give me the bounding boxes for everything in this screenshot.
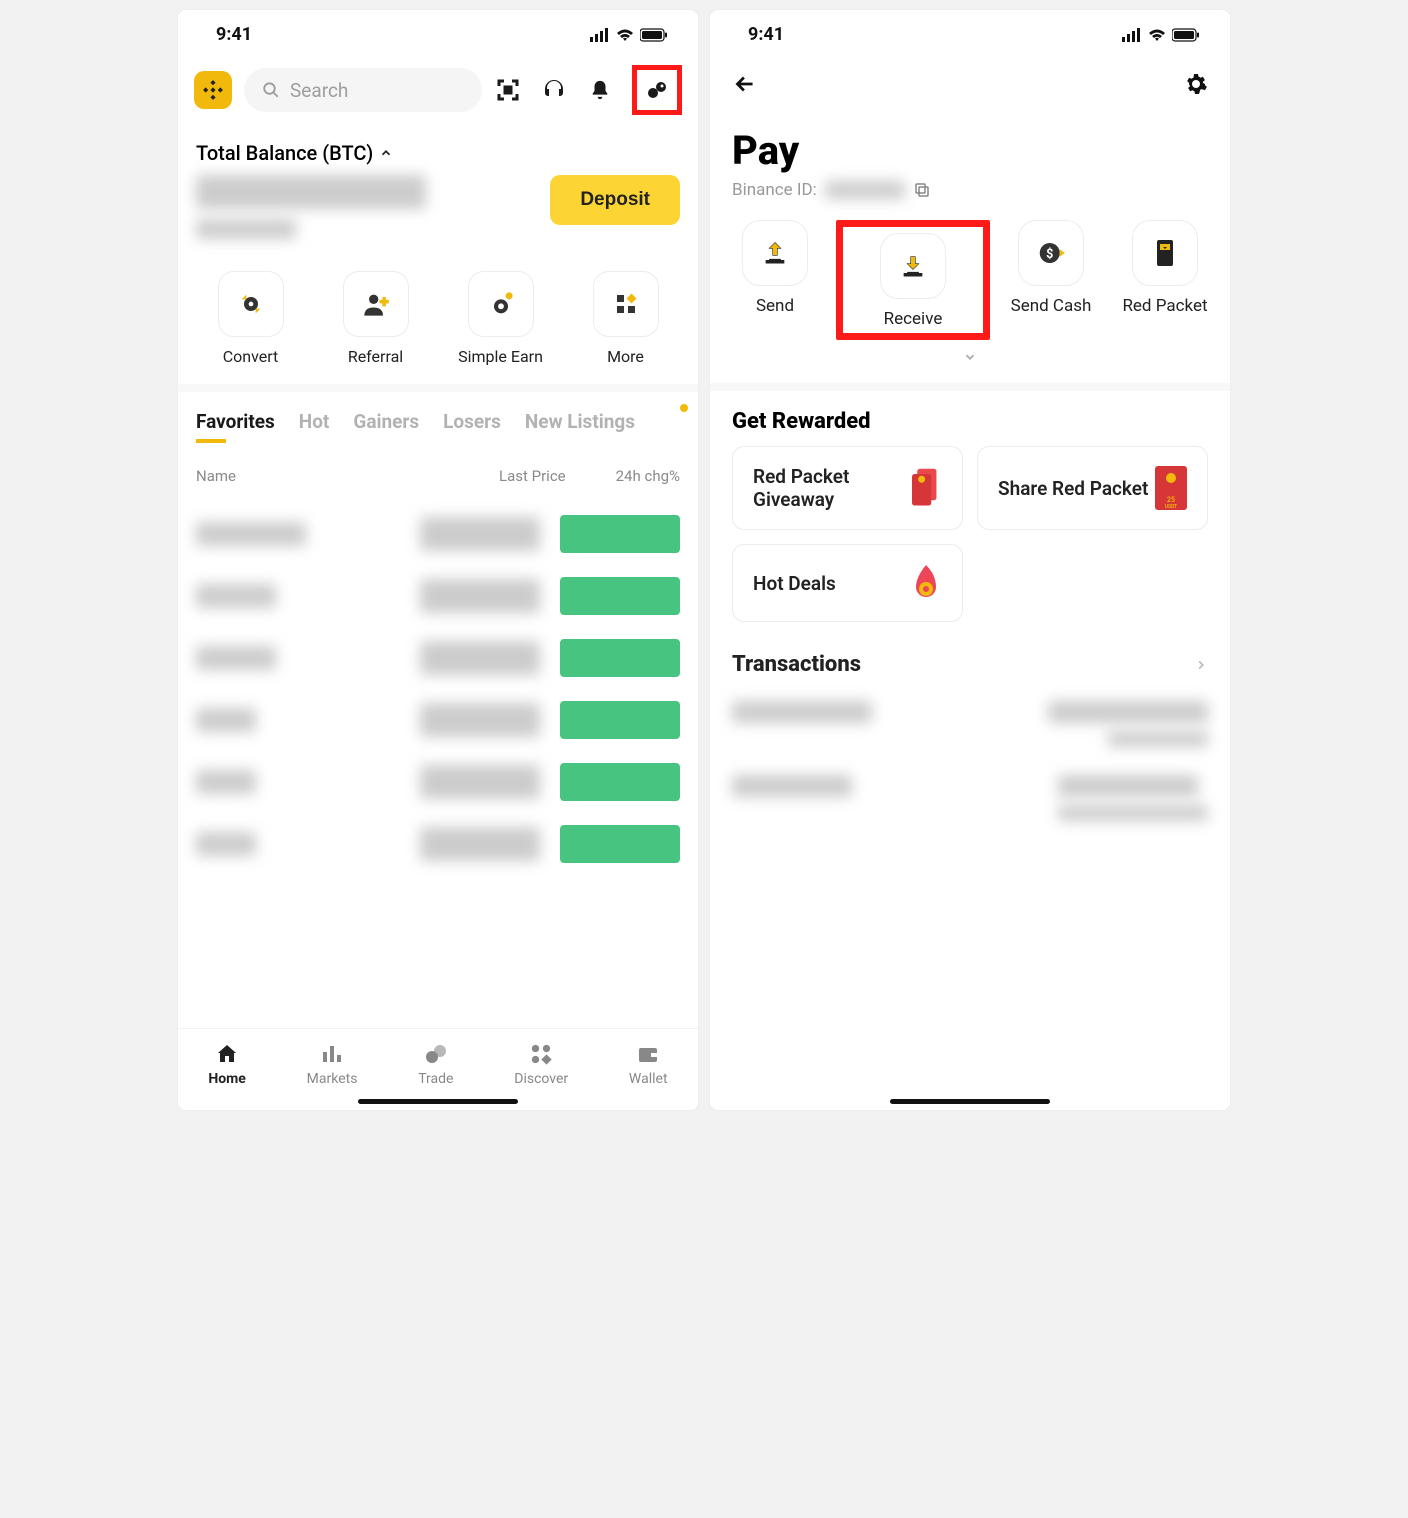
tab-hot[interactable]: Hot [299,410,330,443]
transactions-header[interactable]: Transactions [710,622,1230,687]
pay-actions: Send Receive $ Send Cash Red Packet [710,214,1230,344]
chevron-up-icon [379,146,393,160]
new-indicator-dot [680,404,688,412]
balance-sub-hidden [196,219,296,239]
market-row[interactable] [178,627,698,689]
transaction-row[interactable] [710,761,1230,835]
receive-highlight: Receive [836,220,990,340]
copy-icon[interactable] [913,181,931,199]
tab-favorites[interactable]: Favorites [196,410,275,443]
svg-text:25: 25 [1167,496,1175,504]
pay-send-cash[interactable]: $ Send Cash [998,220,1104,340]
bottom-nav: Home Markets Trade Discover Wallet [178,1028,698,1110]
nav-trade[interactable]: Trade [418,1041,453,1087]
scan-icon[interactable] [494,76,522,104]
rewards-grid: Red Packet Giveaway Share Red Packet 25U… [710,446,1230,622]
support-icon[interactable] [540,76,568,104]
nav-discover[interactable]: Discover [514,1041,568,1087]
chevron-right-icon [1194,658,1208,672]
gear-icon [1184,72,1208,96]
market-list-header: Name Last Price 24h chg% [178,449,698,503]
back-button[interactable] [732,71,758,101]
chevron-down-icon [960,350,980,364]
market-row[interactable] [178,751,698,813]
nav-home[interactable]: Home [208,1041,245,1087]
binance-id-row: Binance ID: [710,178,1230,214]
status-icons [590,28,668,42]
wifi-icon [1148,28,1166,42]
tab-gainers[interactable]: Gainers [353,410,419,443]
status-icons [1122,28,1200,42]
balance-section: Total Balance (BTC) Deposit [178,127,698,243]
status-bar: 9:41 [178,10,698,53]
reward-redpacket-giveaway[interactable]: Red Packet Giveaway [732,446,963,530]
home-screen: 9:41 Search [178,10,698,1110]
red-packet-usdt-icon: 25USDT [1155,466,1187,510]
quick-simple-earn[interactable]: Simple Earn [446,271,556,366]
top-header: Search [178,53,698,127]
battery-icon [640,28,668,42]
balance-label[interactable]: Total Balance (BTC) [196,141,680,165]
search-input[interactable]: Search [244,68,482,112]
binance-logo[interactable] [194,71,232,109]
quick-convert[interactable]: Convert [196,271,306,366]
pay-title: Pay [710,119,1230,178]
market-row[interactable] [178,689,698,751]
bell-icon[interactable] [586,76,614,104]
pay-receive[interactable]: Receive [853,233,973,329]
transaction-row[interactable] [710,687,1230,761]
pay-send[interactable]: Send [722,220,828,340]
balance-value-hidden [196,175,426,209]
quick-actions: Convert Referral Simple Earn More [178,271,698,366]
fire-icon [910,563,942,603]
red-packet-icon [912,466,942,510]
market-row[interactable] [178,813,698,875]
status-time: 9:41 [216,24,252,45]
settings-button[interactable] [1184,72,1208,100]
reward-share-redpacket[interactable]: Share Red Packet 25USDT [977,446,1208,530]
battery-icon [1172,28,1200,42]
status-time: 9:41 [748,24,784,45]
svg-text:$: $ [1046,247,1053,262]
pay-header [710,53,1230,119]
wifi-icon [616,28,634,42]
tab-losers[interactable]: Losers [443,410,501,443]
arrow-left-icon [732,71,758,97]
quick-more[interactable]: More [571,271,681,366]
get-rewarded-title: Get Rewarded [710,391,1230,446]
pay-icon-highlight [632,65,682,115]
home-indicator [890,1099,1050,1104]
expand-actions[interactable] [710,344,1230,383]
signal-icon [590,28,610,42]
quick-referral[interactable]: Referral [321,271,431,366]
svg-text:USDT: USDT [1165,504,1178,510]
reward-hot-deals[interactable]: Hot Deals [732,544,963,622]
nav-markets[interactable]: Markets [307,1041,358,1087]
search-placeholder: Search [290,79,348,102]
binance-id-hidden [825,181,905,199]
status-bar: 9:41 [710,10,1230,53]
tab-new-listings[interactable]: New Listings [525,410,635,443]
market-row[interactable] [178,565,698,627]
pay-red-packet[interactable]: Red Packet [1112,220,1218,340]
pay-screen: 9:41 Pay Binance ID: Send Receive [710,10,1230,1110]
home-indicator [358,1099,518,1104]
search-icon [262,81,280,99]
signal-icon [1122,28,1142,42]
pay-icon[interactable] [643,76,671,104]
market-row[interactable] [178,503,698,565]
deposit-button[interactable]: Deposit [550,175,680,225]
nav-wallet[interactable]: Wallet [629,1041,668,1087]
market-tabs: Favorites Hot Gainers Losers New Listing… [178,392,698,449]
market-list [178,503,698,875]
